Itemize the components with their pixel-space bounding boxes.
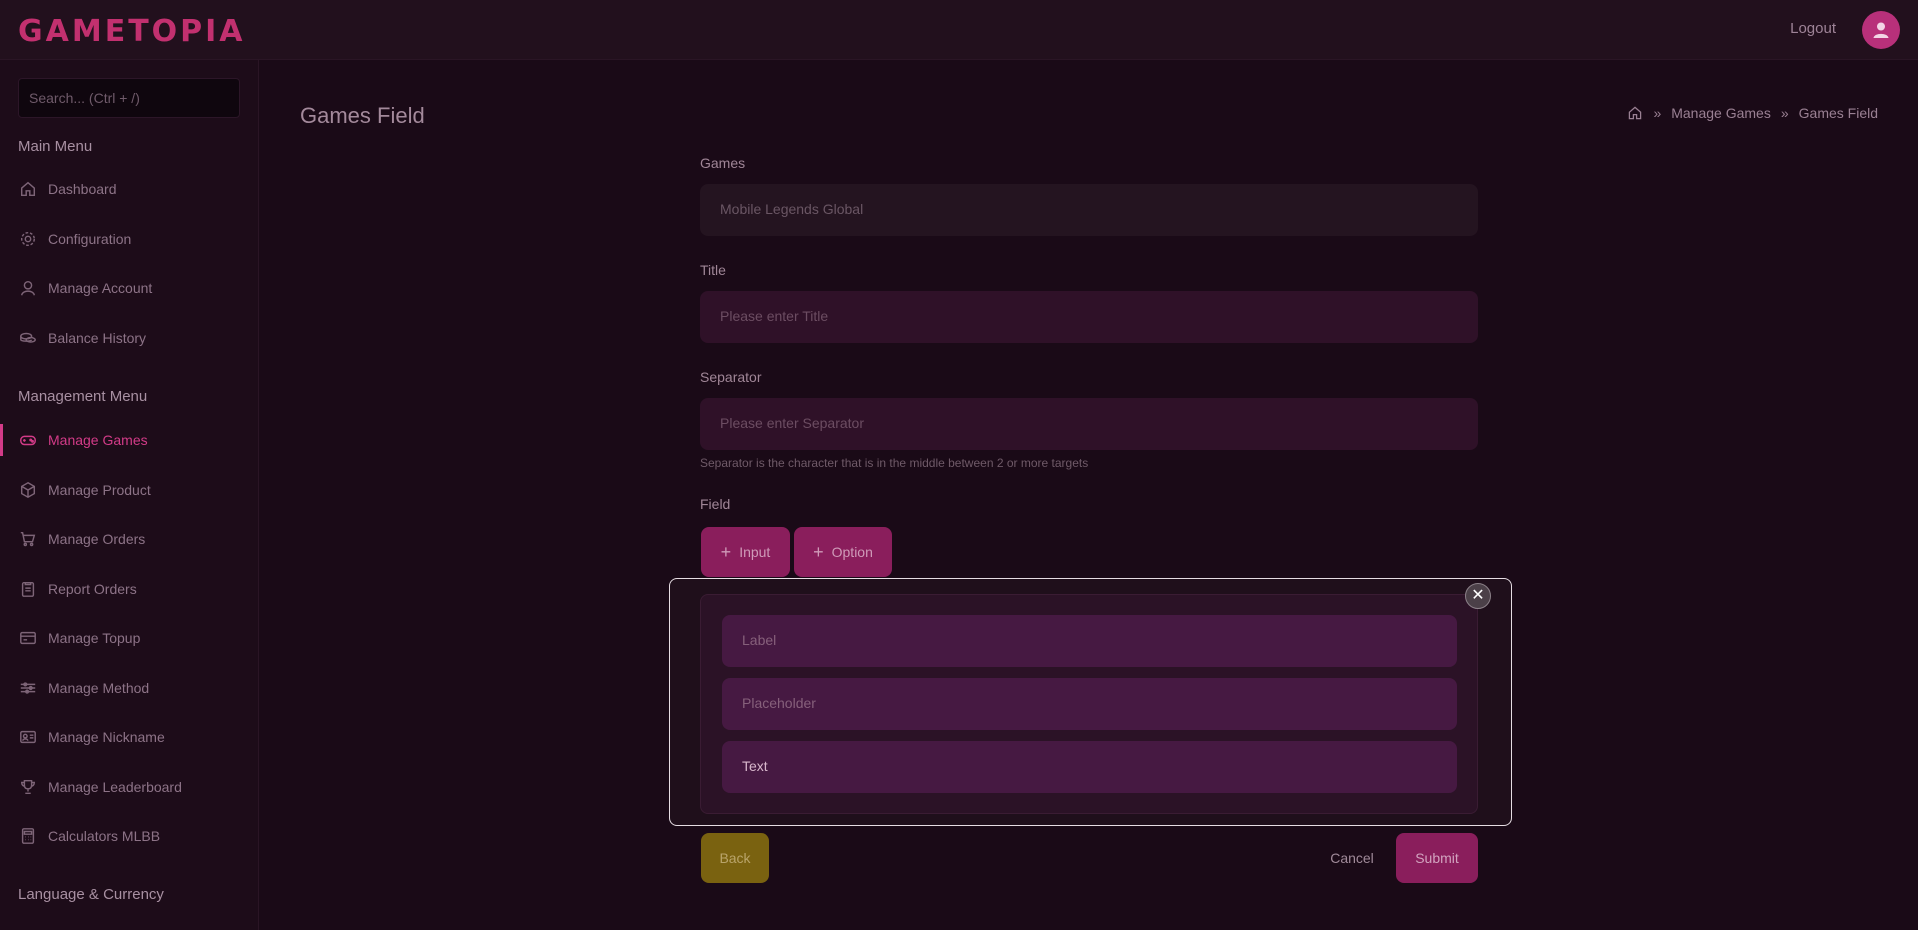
sidebar-item-label: Manage Method xyxy=(48,680,150,696)
coins-icon xyxy=(18,328,38,348)
games-field: Mobile Legends Global xyxy=(700,184,1478,236)
search-input[interactable]: Search... (Ctrl + /) xyxy=(18,78,240,118)
sidebar: Search... (Ctrl + /) Main Menu Dashboard… xyxy=(0,60,259,930)
management-menu-heading: Management Menu xyxy=(18,388,148,405)
gear-icon xyxy=(18,229,38,249)
id-card-icon xyxy=(18,727,38,747)
sidebar-item-label: Configuration xyxy=(48,231,132,247)
app-logo[interactable]: GAMETOPIA xyxy=(18,14,246,49)
breadcrumb-separator-icon: » xyxy=(1780,105,1789,121)
back-button[interactable]: Back xyxy=(701,833,769,883)
sidebar-item-calculators-mlbb[interactable]: Calculators MLBB xyxy=(0,814,258,858)
separator-input[interactable]: Please enter Separator xyxy=(700,398,1478,450)
sidebar-item-report-orders[interactable]: Report Orders xyxy=(0,567,258,611)
title-label: Title xyxy=(700,262,726,278)
cart-icon xyxy=(18,529,38,549)
title-input[interactable]: Please enter Title xyxy=(700,291,1478,343)
sidebar-item-label: Report Orders xyxy=(48,581,137,597)
card-icon xyxy=(18,628,38,648)
sidebar-item-manage-account[interactable]: Manage Account xyxy=(0,266,258,310)
add-option-button[interactable]: + Option xyxy=(794,527,892,577)
add-option-label: Option xyxy=(831,544,873,560)
top-header: GAMETOPIA Logout xyxy=(0,0,1918,60)
separator-hint: Separator is the character that is in th… xyxy=(700,456,1089,470)
field-type-select[interactable]: Text xyxy=(722,741,1457,793)
add-input-label: Input xyxy=(739,544,771,560)
cancel-button[interactable]: Cancel xyxy=(1320,833,1384,883)
sidebar-item-label: Manage Leaderboard xyxy=(48,779,182,795)
page-title: Games Field xyxy=(300,103,425,128)
plus-icon: + xyxy=(720,541,732,562)
trophy-icon xyxy=(18,777,38,797)
breadcrumb-current: Games Field xyxy=(1798,105,1878,121)
sidebar-item-label: Balance History xyxy=(48,330,147,346)
breadcrumb-separator-icon: » xyxy=(1653,105,1662,121)
field-placeholder-input[interactable]: Placeholder xyxy=(722,678,1457,730)
sidebar-item-label: Manage Games xyxy=(48,432,148,448)
submit-button[interactable]: Submit xyxy=(1396,833,1478,883)
language-currency-heading: Language & Currency xyxy=(18,886,164,903)
sidebar-item-label: Manage Orders xyxy=(48,531,146,547)
sidebar-item-manage-nickname[interactable]: Manage Nickname xyxy=(0,715,258,759)
box-icon xyxy=(18,480,38,500)
sidebar-item-label: Calculators MLBB xyxy=(48,828,161,844)
avatar[interactable] xyxy=(1862,11,1900,49)
field-label: Field xyxy=(700,496,731,512)
sidebar-item-dashboard[interactable]: Dashboard xyxy=(0,167,258,211)
plus-icon: + xyxy=(813,541,824,562)
sidebar-item-manage-product[interactable]: Manage Product xyxy=(0,468,258,512)
field-label-input[interactable]: Label xyxy=(722,615,1457,667)
sidebar-item-manage-topup[interactable]: Manage Topup xyxy=(0,616,258,660)
sidebar-item-label: Manage Nickname xyxy=(48,729,165,745)
sidebar-item-configuration[interactable]: Configuration xyxy=(0,217,258,261)
clipboard-icon xyxy=(18,579,38,599)
sidebar-item-manage-method[interactable]: Manage Method xyxy=(0,666,258,710)
close-icon[interactable]: ✕ xyxy=(1465,583,1491,609)
add-input-button[interactable]: + Input xyxy=(701,527,790,577)
sidebar-item-manage-games[interactable]: Manage Games xyxy=(0,418,258,462)
sidebar-item-balance-history[interactable]: Balance History xyxy=(0,316,258,360)
games-label: Games xyxy=(700,155,746,171)
main-menu-heading: Main Menu xyxy=(18,138,93,155)
home-icon[interactable] xyxy=(1627,105,1643,121)
sidebar-item-manage-leaderboard[interactable]: Manage Leaderboard xyxy=(0,765,258,809)
breadcrumb-manage-games[interactable]: Manage Games xyxy=(1671,105,1771,121)
sidebar-item-label: Dashboard xyxy=(48,181,117,197)
logout-link[interactable]: Logout xyxy=(1790,20,1836,37)
breadcrumb: » Manage Games » Games Field xyxy=(1627,105,1878,121)
gamepad-icon xyxy=(18,430,38,450)
sidebar-item-label: Manage Account xyxy=(48,280,153,296)
calculator-icon xyxy=(18,826,38,846)
sidebar-item-label: Manage Product xyxy=(48,482,151,498)
sidebar-item-label: Manage Topup xyxy=(48,630,141,646)
home-icon xyxy=(18,179,38,199)
separator-label: Separator xyxy=(700,369,762,385)
sidebar-item-manage-orders[interactable]: Manage Orders xyxy=(0,517,258,561)
user-icon xyxy=(1873,22,1889,38)
user-icon xyxy=(18,278,38,298)
sliders-icon xyxy=(18,678,38,698)
